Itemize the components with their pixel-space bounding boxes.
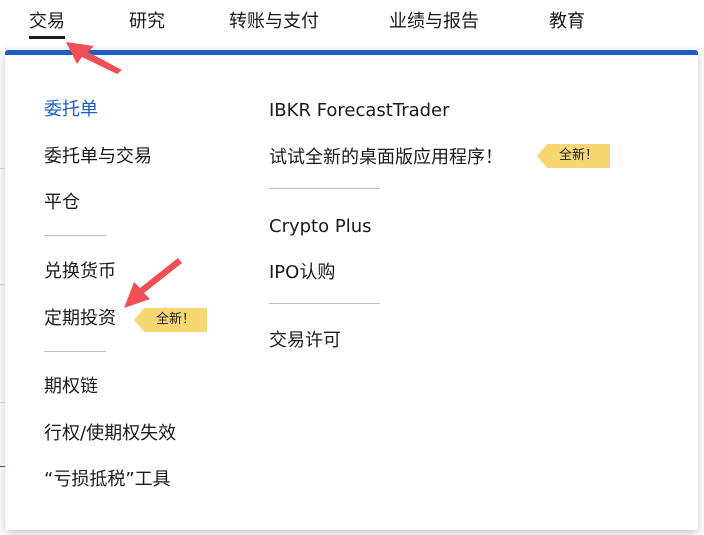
menu-divider [269, 303, 380, 304]
menu-item-orders-and-trades[interactable]: 委托单与交易 [44, 144, 152, 170]
nav-performance-reports[interactable]: 业绩与报告 [389, 9, 479, 35]
nav-research[interactable]: 研究 [129, 9, 165, 35]
menu-item-ipo-subscription[interactable]: IPO认购 [269, 260, 335, 286]
menu-item-recurring-investment[interactable]: 定期投资 [44, 306, 116, 332]
nav-education[interactable]: 教育 [549, 9, 585, 35]
menu-item-crypto-plus[interactable]: Crypto Plus [269, 214, 371, 240]
menu-divider [269, 188, 380, 189]
menu-item-trading-permissions[interactable]: 交易许可 [269, 328, 341, 354]
menu-item-orders[interactable]: 委托单 [44, 97, 98, 123]
nav-transfer-pay[interactable]: 转账与支付 [229, 9, 319, 35]
menu-item-tax-loss-tool[interactable]: “亏损抵税”工具 [44, 467, 171, 493]
menu-item-close-position[interactable]: 平仓 [44, 190, 80, 216]
menu-item-forecast-trader[interactable]: IBKR ForecastTrader [269, 98, 450, 124]
trading-dropdown-menu: 委托单 委托单与交易 平仓 兑换货币 定期投资 全新！ 期权链 行权/使期权失效… [5, 50, 698, 530]
menu-item-currency-exchange[interactable]: 兑换货币 [44, 259, 116, 285]
menu-item-exercise-lapse[interactable]: 行权/使期权失效 [44, 421, 176, 447]
menu-divider [44, 235, 106, 236]
red-arrow-icon [124, 258, 182, 308]
menu-item-option-chain[interactable]: 期权链 [44, 374, 98, 400]
new-badge: 全新！ [537, 144, 611, 168]
red-arrow-icon [66, 42, 122, 74]
nav-trading[interactable]: 交易 [29, 9, 65, 39]
menu-divider [44, 351, 106, 352]
menu-item-desktop-app[interactable]: 试试全新的桌面版应用程序！ [269, 145, 503, 171]
